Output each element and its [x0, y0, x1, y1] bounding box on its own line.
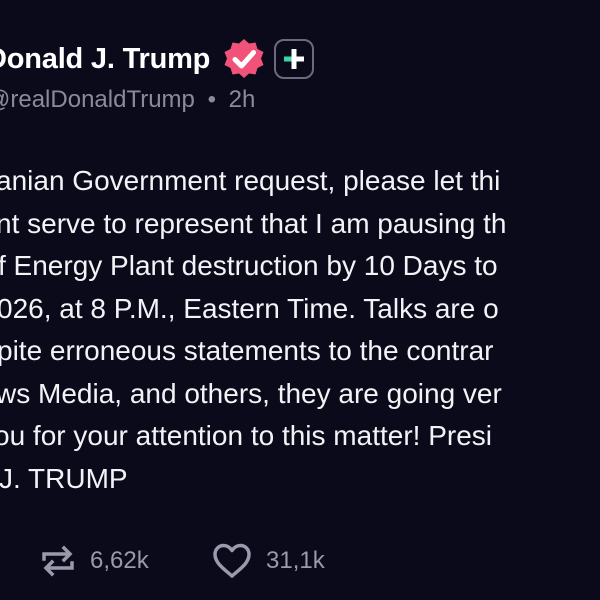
like-button[interactable]: 31,1k: [212, 543, 325, 579]
repost-button[interactable]: 6,62k: [40, 543, 149, 579]
post-line: nt serve to represent that I am pausing …: [0, 207, 507, 239]
repost-count: 6,62k: [90, 547, 149, 574]
post-line: ou for your attention to this matter! Pr…: [0, 420, 493, 451]
post-line: 026, at 8 P.M., Eastern Time. Talks are …: [0, 292, 499, 324]
display-name[interactable]: Donald J. Trump: [0, 43, 210, 76]
meta-separator: •: [207, 86, 216, 113]
post-body: anian Government request, please let thi…: [0, 160, 600, 500]
plus-icon: [284, 49, 305, 69]
user-handle[interactable]: @realDonaldTrump: [0, 86, 195, 113]
post-header: Donald J. Trump: [0, 34, 315, 84]
post-line: anian Government request, please let thi: [0, 165, 501, 196]
follow-button[interactable]: [274, 39, 315, 79]
post-line: f Energy Plant destruction by 10 Days to: [0, 250, 498, 281]
post-time[interactable]: 2h: [229, 86, 256, 113]
post-meta: @realDonaldTrump • 2h: [0, 86, 255, 114]
post-line: ws Media, and others, they are going ver: [0, 377, 502, 409]
repost-icon: [42, 545, 74, 577]
verified-badge-icon: [222, 37, 266, 81]
heart-icon: [213, 543, 251, 578]
post-line: J. TRUMP: [0, 462, 128, 494]
post-line: pite erroneous statements to the contrar: [0, 335, 494, 366]
like-count: 31,1k: [266, 547, 325, 574]
